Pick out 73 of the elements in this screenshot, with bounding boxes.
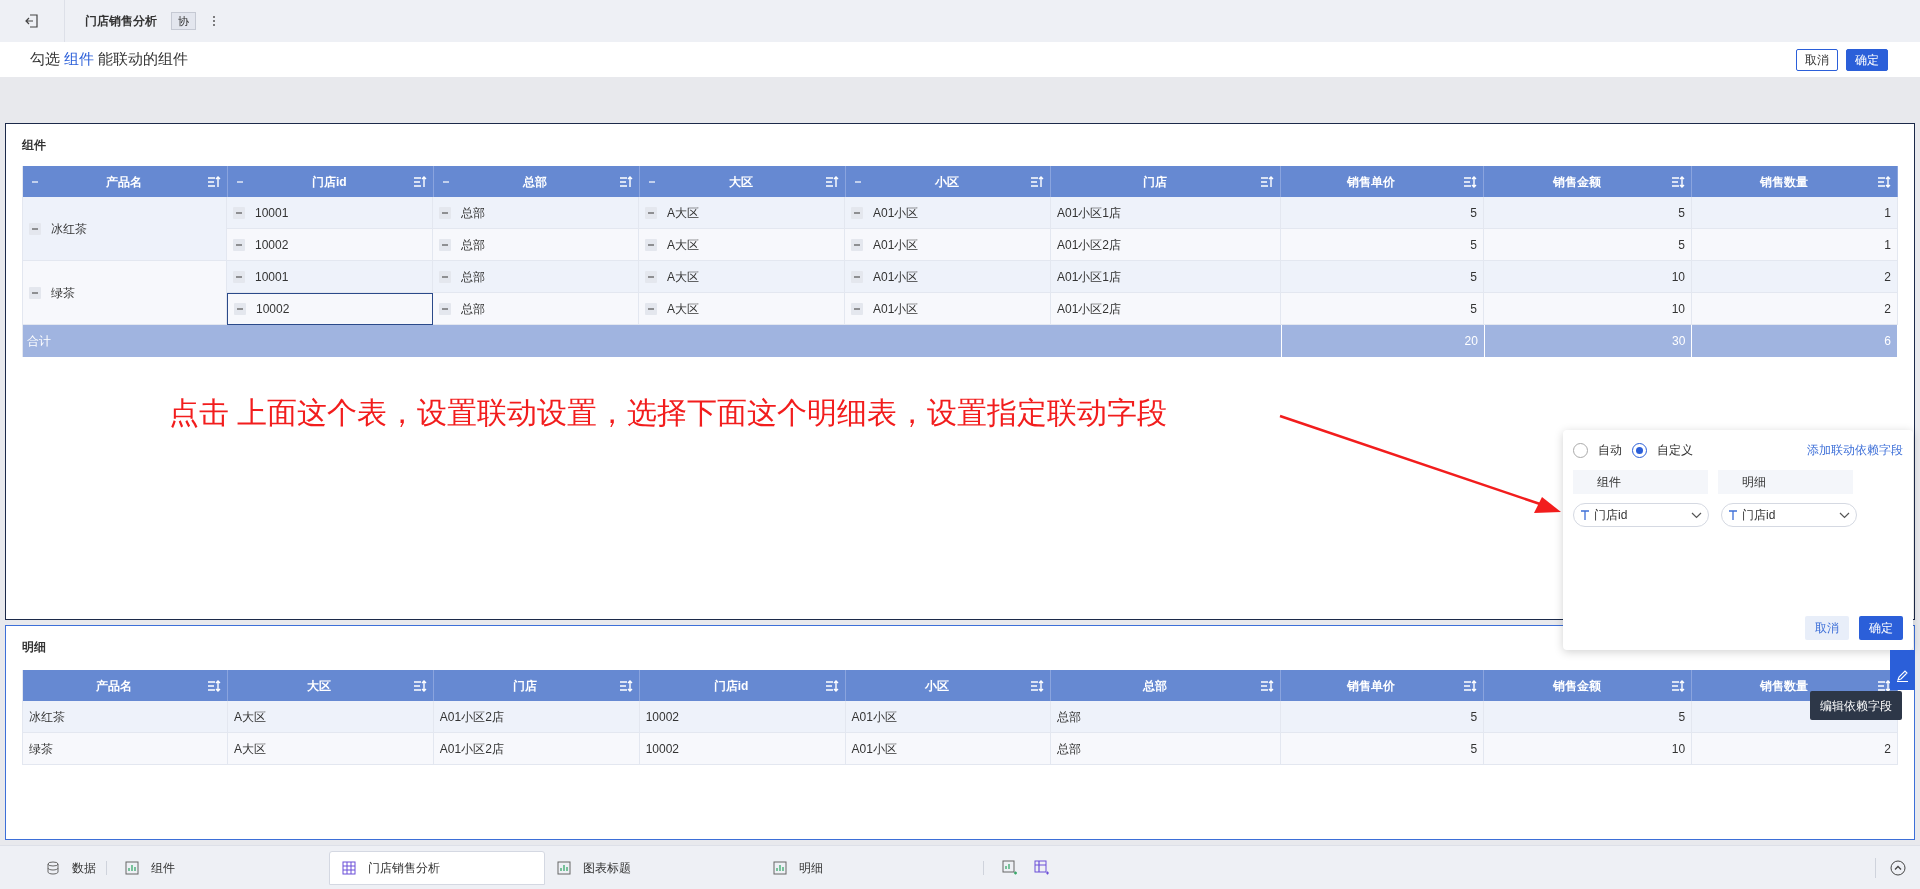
total-cell: 6 [1692,325,1898,357]
panel-title: 组件 [22,137,47,154]
hint-text: 勾选 组件 能联动的组件 [30,49,189,70]
chart-icon [125,860,139,875]
add-table-icon[interactable] [1034,859,1050,876]
chevron-down-icon [1839,511,1850,519]
collapse-icon[interactable] [233,238,245,251]
table-cell[interactable]: A大区 [227,733,434,765]
table-cell[interactable]: 10002 [639,733,846,765]
exit-icon[interactable] [24,13,40,29]
collapse-icon[interactable] [439,238,451,251]
more-icon[interactable] [212,15,216,27]
add-chart-icon[interactable] [1002,859,1018,876]
collapse-icon[interactable] [851,270,863,283]
sheet-tab[interactable]: 门店销售分析 [329,850,545,885]
table-cell[interactable]: 5 [1281,733,1485,765]
database-icon [46,860,60,875]
collapse-icon[interactable] [851,302,863,315]
column-label: 组件 [1573,470,1708,494]
table-cell[interactable]: 10 [1484,733,1693,765]
sheet-tab[interactable]: 数据 [0,850,100,885]
table-cell[interactable]: 2 [1692,733,1898,765]
text-type-icon [1580,510,1590,520]
collapse-icon[interactable] [645,270,657,283]
report-title: 门店销售分析 [85,13,157,30]
total-label: 合计 [23,325,1283,357]
cancel-button[interactable]: 取消 [1805,616,1849,640]
collapse-icon[interactable] [439,302,451,315]
collapse-icon[interactable] [234,303,246,315]
table-cell[interactable]: 总部 [1051,733,1282,765]
collapse-icon[interactable] [439,270,451,283]
collapse-icon[interactable] [233,270,245,283]
collapse-icon[interactable] [851,238,863,251]
collapse-icon[interactable] [645,206,657,219]
table-cell[interactable]: A01小区2店 [433,733,640,765]
sheet-tab[interactable]: 图表标题 [545,850,761,885]
table-cell[interactable]: 绿茶 [23,261,227,325]
collapse-icon[interactable] [645,238,657,251]
table-cell[interactable]: A01小区 [845,733,1052,765]
collapse-icon[interactable] [645,302,657,315]
collapse-up-icon[interactable] [1890,859,1906,876]
sheet-tab[interactable]: 明细 [761,850,977,885]
total-cell: 20 [1282,325,1485,357]
confirm-button[interactable]: 确定 [1859,616,1903,640]
chart-icon [773,860,787,875]
collapse-icon[interactable] [29,222,41,235]
edit-icon [1896,669,1909,682]
column-label: 明细 [1718,470,1853,494]
panel-title: 明细 [22,639,47,656]
table-icon [342,860,356,875]
collapse-icon[interactable] [439,206,451,219]
table-cell[interactable]: 绿茶 [23,733,228,765]
collapse-icon[interactable] [851,206,863,219]
collapse-icon[interactable] [29,286,41,299]
chevron-down-icon [1691,511,1702,519]
add-field-link[interactable]: 添加联动依赖字段 [1807,441,1903,459]
table-cell[interactable]: 冰红茶 [23,197,227,261]
table-cell[interactable]: 10001 [227,261,433,293]
total-cell: 30 [1484,325,1693,357]
confirm-button[interactable]: 确定 [1846,48,1888,71]
chart-icon [557,860,571,875]
collab-badge[interactable]: 协 [171,12,196,30]
collapse-icon[interactable] [233,206,245,219]
annotation-text: 点击 上面这个表，设置联动设置，选择下面这个明细表，设置指定联动字段 [169,395,1169,431]
mode-radio[interactable]: 自定义 [1632,441,1693,459]
cancel-button[interactable]: 取消 [1796,48,1838,71]
text-type-icon [1728,510,1738,520]
table-cell[interactable]: 10002 [227,293,433,325]
tooltip: 编辑依赖字段 [1810,691,1902,720]
sort-icon[interactable] [1877,679,1891,692]
sheet-tab[interactable]: 组件 [113,850,329,885]
edit-tab[interactable] [1890,650,1915,690]
mode-radio[interactable]: 自动 [1573,441,1622,459]
